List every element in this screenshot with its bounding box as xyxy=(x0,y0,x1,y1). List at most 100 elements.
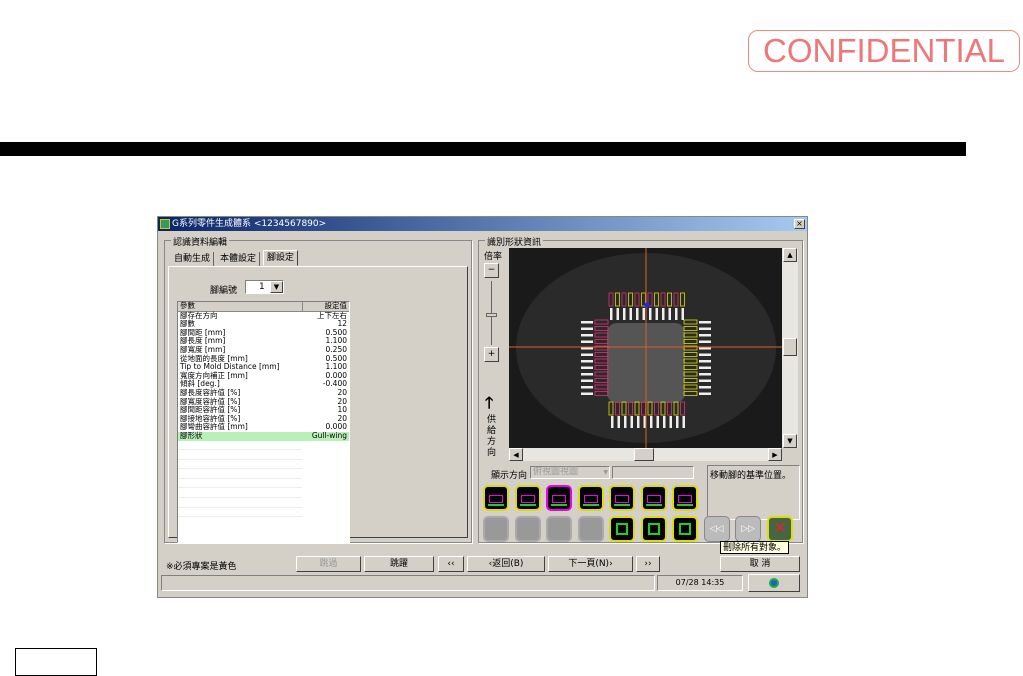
info-field xyxy=(612,466,694,479)
pin xyxy=(624,416,627,428)
pin xyxy=(581,321,593,324)
delete-all-button[interactable]: ✕ xyxy=(766,516,793,542)
pin xyxy=(699,379,711,382)
scroll-down-button[interactable]: ▼ xyxy=(783,434,797,448)
header-param[interactable]: 參數 xyxy=(178,301,303,312)
pin xyxy=(610,308,613,320)
pin xyxy=(616,308,619,320)
pin xyxy=(699,321,711,324)
zoom-label: 倍率 xyxy=(484,252,503,262)
cancel-button[interactable]: 取 消 xyxy=(720,556,800,572)
tab-body-settings[interactable]: 本體設定 xyxy=(217,252,261,266)
skip-button[interactable]: 跳過 xyxy=(296,556,361,572)
pin xyxy=(668,308,671,320)
zoom-in-button[interactable]: + xyxy=(484,347,499,362)
pin xyxy=(656,416,659,428)
tooltip: 刪除所有對象。 xyxy=(720,541,790,554)
tool-button[interactable] xyxy=(609,485,635,511)
vertical-scrollbar[interactable]: ▲ ▼ xyxy=(782,248,798,448)
last-button[interactable]: ›› xyxy=(636,556,660,572)
pin xyxy=(649,308,652,320)
pin xyxy=(581,340,593,343)
zoom-slider-thumb[interactable] xyxy=(486,313,497,317)
window-title: G系列零件生成體系 <1234567890> xyxy=(172,219,327,229)
tool-button[interactable] xyxy=(640,485,667,511)
jump-button[interactable]: 跳躍 xyxy=(364,556,434,572)
chip-view-button[interactable] xyxy=(609,516,635,542)
supply-direction-label: 供給方向 xyxy=(487,415,497,458)
pin xyxy=(699,386,711,389)
pin xyxy=(650,416,653,428)
confidential-stamp: CONFIDENTIAL xyxy=(748,30,1020,72)
message-box: 移動腳的基準位置。 xyxy=(707,465,800,520)
pin xyxy=(681,308,684,320)
pin xyxy=(699,392,711,395)
next-icon[interactable]: ▷▷ xyxy=(735,516,761,542)
scroll-thumb[interactable] xyxy=(783,338,797,356)
group-label: 識別形狀資訊 xyxy=(485,235,544,248)
chip-view-button[interactable] xyxy=(640,516,667,542)
pin xyxy=(617,416,620,428)
tool-button[interactable] xyxy=(514,485,541,511)
chevron-down-icon: ▼ xyxy=(603,469,608,476)
pin xyxy=(581,334,593,337)
pin xyxy=(682,416,685,428)
param-name: 腳形狀 xyxy=(180,430,203,440)
group-label: 認識資料編輯 xyxy=(171,235,230,248)
zoom-out-button[interactable]: − xyxy=(484,263,499,278)
horizontal-scrollbar[interactable]: ◀ ▶ xyxy=(509,448,782,461)
previous-icon[interactable]: ◁◁ xyxy=(703,516,730,542)
tool-button-disabled xyxy=(514,516,541,542)
pin xyxy=(663,416,666,428)
tool-button[interactable] xyxy=(672,485,698,511)
pin-no-label: 腳編號 xyxy=(210,286,238,296)
pin xyxy=(699,340,711,343)
title-bar[interactable]: G系列零件生成體系 <1234567890> × xyxy=(158,217,807,231)
chip-view-button[interactable] xyxy=(672,516,698,542)
pin xyxy=(699,327,711,330)
pin xyxy=(662,308,665,320)
pin xyxy=(629,308,632,320)
next-button[interactable]: 下一頁(N)› xyxy=(548,556,633,572)
header-value[interactable]: 設定值 xyxy=(302,301,349,311)
back-button[interactable]: ‹返回(B) xyxy=(467,556,545,572)
display-direction-select[interactable]: 俯視圖視圖 ▼ xyxy=(530,466,610,479)
display-direction-value: 俯視圖視圖 xyxy=(533,467,579,477)
tool-button[interactable] xyxy=(483,485,509,511)
empty-row xyxy=(178,459,349,470)
empty-row xyxy=(178,497,349,508)
globe-button[interactable] xyxy=(748,574,800,592)
empty-row xyxy=(178,478,349,489)
first-button[interactable]: ‹‹ xyxy=(438,556,464,572)
pin-no-select[interactable]: 1 ▼ xyxy=(245,280,284,294)
tab-auto-generate[interactable]: 自動生成 xyxy=(171,252,215,266)
pin-image-view[interactable] xyxy=(509,248,782,448)
app-icon xyxy=(160,219,170,229)
tool-button[interactable] xyxy=(577,485,604,511)
param-name: 腳存在方向 xyxy=(180,310,218,320)
tool-button-disabled xyxy=(483,516,509,542)
globe-icon xyxy=(769,578,779,588)
pin xyxy=(699,353,711,356)
table-row[interactable]: 腳形狀 Gull-wing xyxy=(178,430,349,441)
pin xyxy=(636,308,639,320)
pin xyxy=(637,416,640,428)
scroll-right-button[interactable]: ▶ xyxy=(768,448,782,461)
chevron-down-icon[interactable]: ▼ xyxy=(270,281,283,293)
pin xyxy=(669,416,672,428)
param-value[interactable]: Gull-wing xyxy=(302,431,349,441)
scroll-left-button[interactable]: ◀ xyxy=(509,448,523,461)
close-button[interactable]: × xyxy=(794,219,805,229)
pin xyxy=(699,373,711,376)
pin-no-value: 1 xyxy=(259,282,265,292)
tool-button[interactable] xyxy=(546,485,572,511)
table-row[interactable]: 腳存在方向 上下左右 xyxy=(178,311,349,320)
pin xyxy=(642,308,645,320)
pin xyxy=(630,416,633,428)
tab-pin-settings[interactable]: 腳設定 xyxy=(263,250,299,266)
app-window: G系列零件生成體系 <1234567890> × 認識資料編輯 自動生成 本體設… xyxy=(157,216,808,598)
empty-row xyxy=(178,507,349,518)
scroll-thumb[interactable] xyxy=(634,448,654,461)
empty-row xyxy=(178,440,349,451)
scroll-up-button[interactable]: ▲ xyxy=(783,248,797,262)
